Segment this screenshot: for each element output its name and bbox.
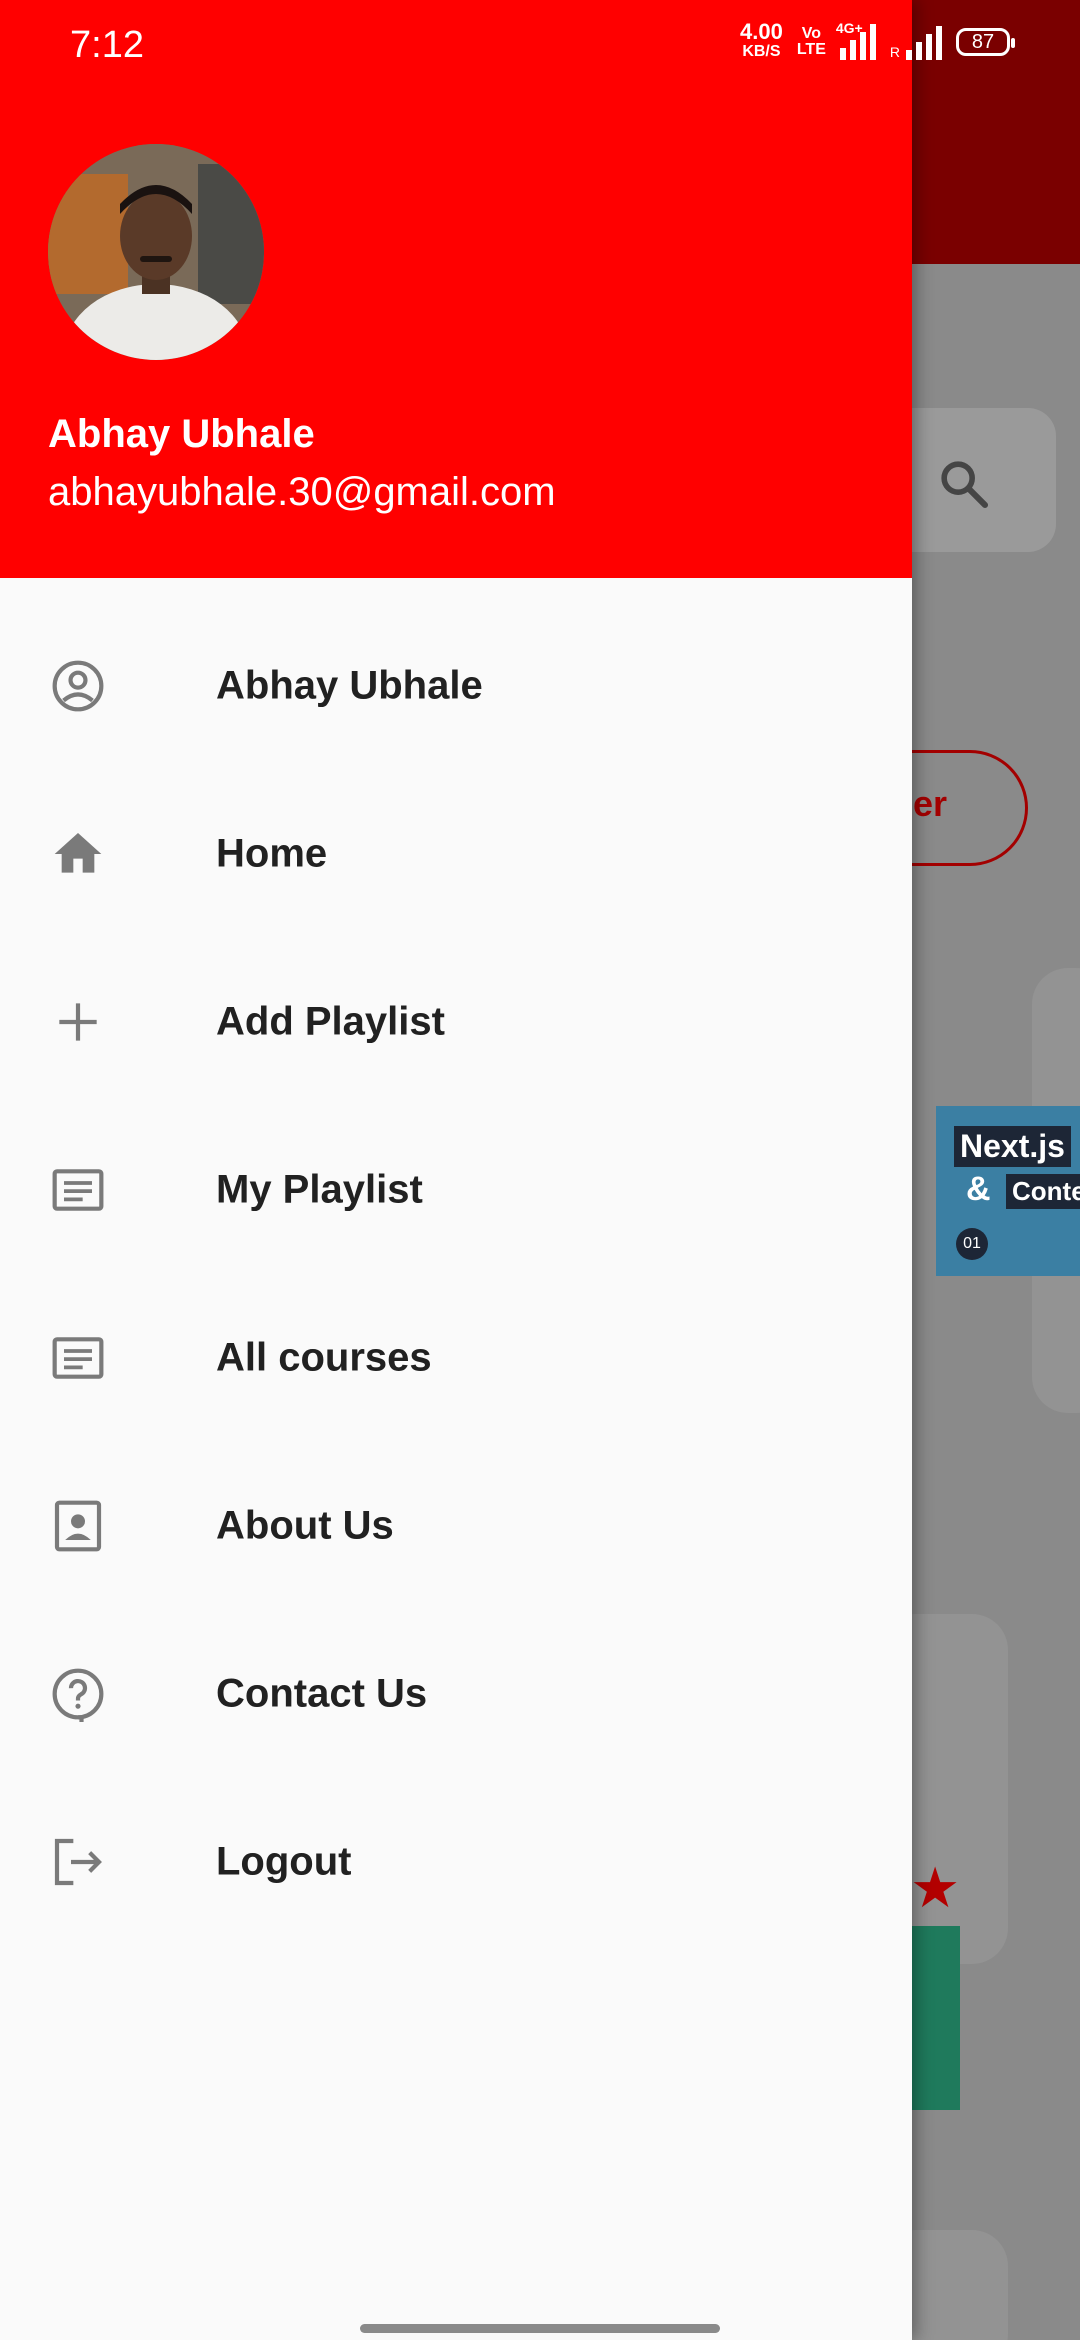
status-bar: 7:12 4.00 KB/S Vo LTE 4G+ R 87 xyxy=(0,0,1080,96)
signal-4g-icon: 4G+ xyxy=(836,20,876,60)
volte-icon: Vo LTE xyxy=(797,26,826,58)
navigation-drawer: Abhay Ubhale abhayubhale.30@gmail.com Ab… xyxy=(0,0,912,2340)
menu-item-label: Home xyxy=(216,831,328,876)
menu-item-label: My Playlist xyxy=(216,1167,423,1212)
avatar[interactable] xyxy=(48,144,264,360)
roaming-indicator: R xyxy=(889,44,900,60)
thumbnail-number: 01 xyxy=(956,1228,988,1260)
menu-item-label: Logout xyxy=(216,1839,352,1884)
contact-card-icon xyxy=(54,1500,102,1552)
menu-item-all-courses[interactable]: All courses xyxy=(0,1274,912,1442)
logout-icon xyxy=(54,1838,102,1886)
status-icons: 4.00 KB/S Vo LTE 4G+ R 87 xyxy=(740,19,1015,62)
background-course-thumbnail: Next.js & Conte 01 xyxy=(936,1106,1080,1276)
menu-item-about-us[interactable]: About Us xyxy=(0,1442,912,1610)
background-filter-label: er xyxy=(913,783,948,824)
menu-item-my-playlist[interactable]: My Playlist xyxy=(0,1106,912,1274)
profile-photo xyxy=(48,144,264,360)
gesture-bar[interactable] xyxy=(360,2324,720,2333)
network-type: 4G+ xyxy=(835,20,863,36)
star-icon: ★ xyxy=(910,1856,961,1919)
volte-bottom: LTE xyxy=(796,41,826,58)
network-speed-value: 4.00 xyxy=(740,19,783,44)
network-speed-unit: KB/S xyxy=(742,43,781,60)
account-circle-icon xyxy=(52,660,104,712)
menu-item-label: Abhay Ubhale xyxy=(216,663,483,708)
thumbnail-title: Next.js xyxy=(954,1126,1071,1167)
plus-icon xyxy=(59,1003,97,1041)
thumbnail-amp: & xyxy=(966,1170,991,1208)
status-time: 7:12 xyxy=(70,24,144,66)
help-icon xyxy=(52,1668,104,1722)
menu-item-home[interactable]: Home xyxy=(0,770,912,938)
menu-item-profile[interactable]: Abhay Ubhale xyxy=(0,602,912,770)
drawer-user-name: Abhay Ubhale xyxy=(48,412,315,456)
menu-item-label: About Us xyxy=(216,1503,394,1548)
battery-level: 87 xyxy=(971,31,995,53)
article-icon xyxy=(52,1337,104,1379)
home-icon xyxy=(54,833,102,873)
menu-item-contact-us[interactable]: Contact Us xyxy=(0,1610,912,1778)
battery-icon: 87 xyxy=(956,28,1015,56)
signal-roaming-icon: R xyxy=(890,24,942,60)
menu-item-add-playlist[interactable]: Add Playlist xyxy=(0,938,912,1106)
thumbnail-subtitle: Conte xyxy=(1006,1174,1080,1209)
menu-item-label: Contact Us xyxy=(216,1671,428,1716)
menu-item-label: Add Playlist xyxy=(216,999,445,1044)
menu-item-label: All courses xyxy=(216,1335,432,1380)
drawer-user-email: abhayubhale.30@gmail.com xyxy=(48,470,556,514)
article-icon xyxy=(52,1169,104,1211)
volte-top: Vo xyxy=(801,25,821,42)
menu-item-logout[interactable]: Logout xyxy=(0,1778,912,1946)
network-speed: 4.00 KB/S xyxy=(740,19,783,62)
search-icon xyxy=(941,461,989,509)
